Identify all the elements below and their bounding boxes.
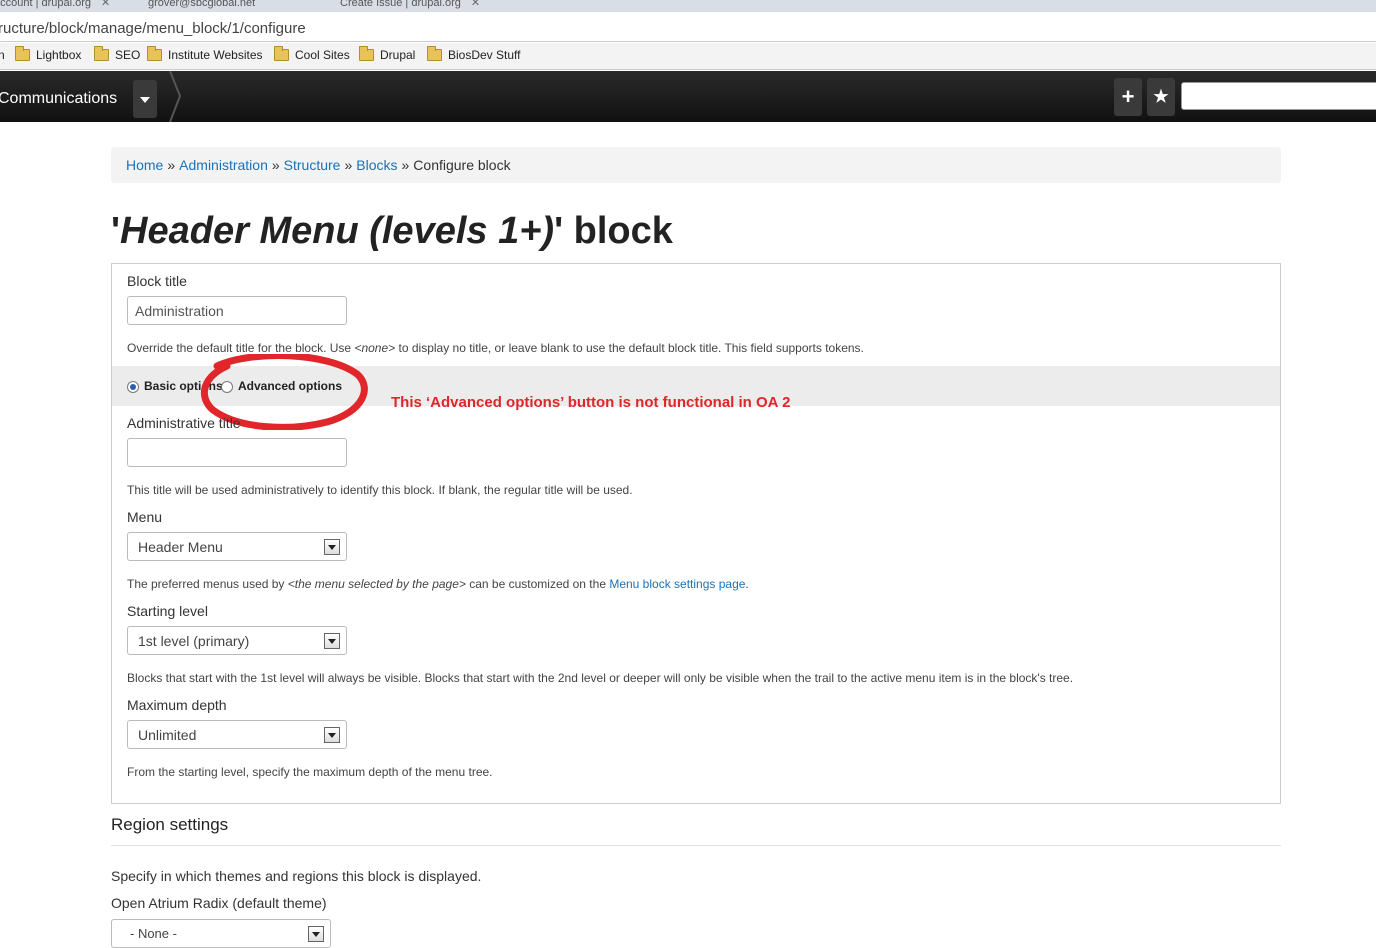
bookmark-biosdev-stuff[interactable]: BiosDev Stuff [427,46,521,62]
bookmark-seo[interactable]: SEO [94,46,141,62]
block-title-description: Override the default title for the block… [127,341,864,355]
bookmark-institute-websites[interactable]: Institute Websites [147,46,263,62]
breadcrumb-separator: » [401,157,410,173]
max-depth-description: From the starting level, specify the max… [127,765,493,779]
breadcrumb-blocks[interactable]: Blocks [356,157,397,173]
breadcrumb-administration[interactable]: Administration [179,157,268,173]
region-settings-description: Specify in which themes and regions this… [111,868,482,884]
admin-title-description: This title will be used administratively… [127,483,633,497]
folder-icon [274,46,289,61]
bookmark-label: Drupal [380,48,416,62]
annotation-text: This ‘Advanced options’ button is not fu… [391,394,791,411]
tab-label: Create Issue | drupal.org [340,0,461,9]
folder-icon [94,46,109,61]
region-theme-label: Open Atrium Radix (default theme) [111,895,327,911]
folder-icon [15,46,30,61]
bookmark-label: BiosDev Stuff [448,48,521,62]
folder-icon [359,46,374,61]
menu-block-settings-link[interactable]: Menu block settings page [609,577,745,591]
region-select[interactable]: - None - [111,919,331,948]
bookmark-label: Lightbox [36,48,82,62]
block-title-label: Block title [127,273,187,289]
menu-label: Menu [127,509,163,525]
desc-text: Override the default title for the block… [127,341,355,355]
max-depth-select[interactable]: Unlimited [127,720,347,749]
search-input[interactable] [1181,82,1376,110]
chevron-down-icon[interactable] [324,539,340,555]
max-depth-label: Maximum depth [127,697,227,713]
breadcrumb-current: Configure block [413,157,511,173]
menu-description: The preferred menus used by <the menu se… [127,577,749,591]
bookmarks-bar: n Lightbox SEO Institute Websites Cool S… [0,43,1376,70]
close-icon[interactable]: ✕ [471,0,480,9]
title-prefix: ' [111,210,121,252]
admin-title-label: Administrative title [127,415,241,431]
browser-tab[interactable]: account | drupal.org ✕ [0,0,129,12]
bookmark-label: Cool Sites [295,48,350,62]
starting-level-label: Starting level [127,603,208,619]
site-dropdown-button[interactable] [133,80,157,118]
desc-text: . [745,577,749,591]
chevron-down-icon[interactable] [324,633,340,649]
starting-level-select[interactable]: 1st level (primary) [127,626,347,655]
browser-tab-bar: account | drupal.org ✕ grover@sbcglobal.n… [0,0,1376,12]
max-depth-value: Unlimited [138,727,197,743]
bookmark-label: n [0,48,5,62]
folder-icon [147,46,162,61]
bookmark-label: SEO [115,48,141,62]
site-toolbar: Communications + ★ [0,71,1376,122]
site-name[interactable]: Communications [0,90,117,108]
menu-select-value: Header Menu [138,539,223,555]
tab-label: account | drupal.org [0,0,92,9]
desc-text: can be customized on the [465,577,610,591]
bookmark-lightbox[interactable]: Lightbox [15,46,82,62]
starting-level-value: 1st level (primary) [138,633,250,649]
star-button[interactable]: ★ [1147,78,1175,116]
bookmark-cool-sites[interactable]: Cool Sites [274,46,350,62]
divider [111,845,1281,846]
breadcrumb: Home» Administration» Structure» Blocks» Con… [111,147,1281,183]
bookmark-partial[interactable]: n [0,48,5,62]
breadcrumb-separator: » [167,157,176,173]
desc-text: The preferred menus used by [127,577,288,591]
admin-title-input[interactable] [127,438,347,467]
block-title-input[interactable]: Administration [127,296,347,325]
chevron-down-icon[interactable] [308,926,324,942]
region-settings-heading: Region settings [111,815,229,834]
breadcrumb-structure[interactable]: Structure [284,157,341,173]
chevron-right-icon [169,71,182,122]
basic-options-radio[interactable] [127,381,139,393]
address-bar[interactable]: ructure/block/manage/menu_block/1/config… [0,12,1376,42]
page-title: 'Header Menu (levels 1+)' block [111,210,673,253]
region-select-value: - None - [130,926,177,941]
desc-text: to display no title, or leave blank to u… [395,341,864,355]
starting-level-description: Blocks that start with the 1st level wil… [127,671,1074,685]
close-icon[interactable]: ✕ [101,0,110,9]
browser-tab[interactable]: Create Issue | drupal.org ✕ [340,0,520,12]
breadcrumb-separator: » [271,157,280,173]
folder-icon [427,46,442,61]
desc-none-token: <none> [354,341,396,355]
browser-tab[interactable]: grover@sbcglobal.net [148,0,323,12]
url-text[interactable]: ructure/block/manage/menu_block/1/config… [0,20,306,37]
menu-select[interactable]: Header Menu [127,532,347,561]
desc-emphasis: <the menu selected by the page> [287,577,466,591]
bookmark-label: Institute Websites [168,48,263,62]
tab-label: grover@sbcglobal.net [148,0,256,9]
breadcrumb-separator: » [344,157,353,173]
bookmark-drupal[interactable]: Drupal [359,46,416,62]
chevron-down-icon[interactable] [324,727,340,743]
title-block-name: Header Menu (levels 1+) [120,210,555,252]
breadcrumb-home[interactable]: Home [126,157,163,173]
title-suffix: ' block [554,210,673,252]
add-button[interactable]: + [1114,78,1142,116]
